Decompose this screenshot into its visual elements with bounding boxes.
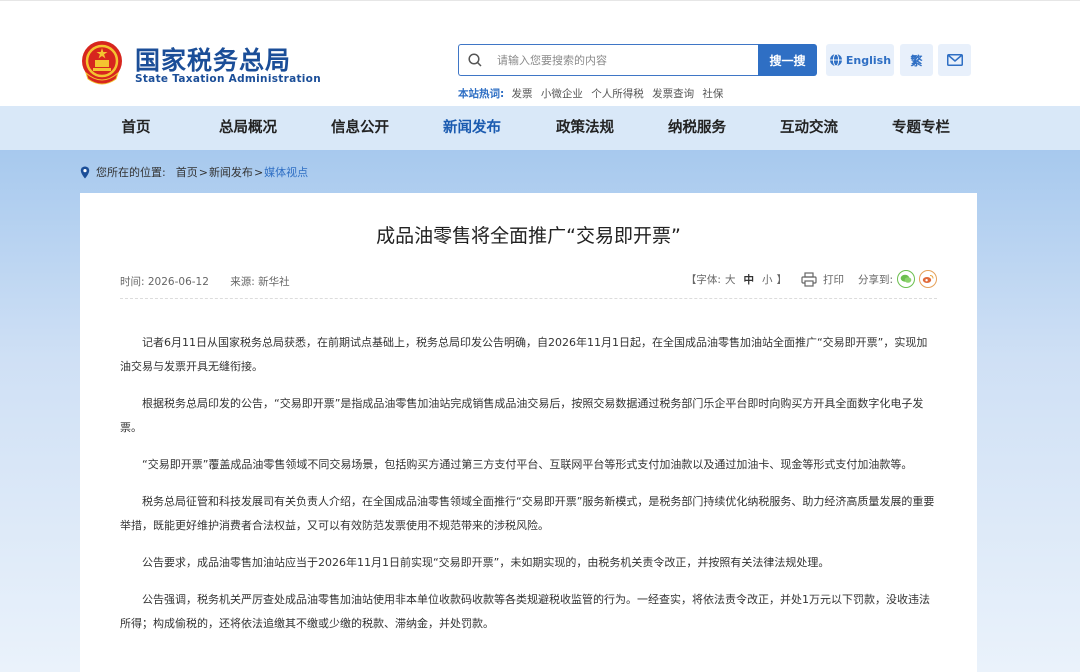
breadcrumb-label: 您所在的位置: [96, 166, 166, 179]
nav-interaction[interactable]: 互动交流 [759, 106, 859, 150]
print-link[interactable]: 打印 [823, 272, 844, 287]
font-size-large[interactable]: 大 [725, 272, 736, 287]
weibo-icon [922, 275, 934, 283]
globe-icon [829, 53, 842, 67]
hot-word-link[interactable]: 社保 [702, 88, 723, 100]
hot-word-link[interactable]: 发票 [512, 88, 533, 100]
wechat-share-button[interactable] [897, 270, 915, 288]
mail-icon [946, 54, 963, 66]
article-title: 成品油零售将全面推广“交易即开票” [376, 225, 681, 247]
breadcrumb: 您所在的位置: 首页 > 新闻发布 > 媒体视点 [80, 164, 308, 180]
nav-home[interactable]: 首页 [86, 106, 186, 150]
site-header: 国家税务总局 State Taxation Administration 搜一搜… [0, 0, 1080, 106]
nav-news[interactable]: 新闻发布 [422, 106, 522, 150]
search-input[interactable] [497, 53, 737, 67]
print-icon[interactable] [801, 271, 817, 287]
article-paragraph: 税务总局征管和科技发展司有关负责人介绍，在全国成品油零售领域全面推行“交易即开票… [120, 495, 935, 532]
breadcrumb-separator: > [198, 165, 208, 179]
weibo-share-button[interactable] [919, 270, 937, 288]
font-size-label: 【字体: [685, 273, 721, 286]
article-paragraph: “交易即开票”覆盖成品油零售领域不同交易场景，包括购买方通过第三方支付平台、互联… [142, 458, 913, 471]
article-paragraph: 根据税务总局印发的公告，“交易即开票”是指成品油零售加油站完成销售成品油交易后，… [120, 397, 924, 434]
location-pin-icon [80, 166, 90, 178]
article-meta: 时间: 2026-06-12 来源: 新华社 [120, 274, 308, 289]
national-emblem-icon [82, 41, 122, 85]
nav-special-topics[interactable]: 专题专栏 [871, 106, 971, 150]
article-tools: 【字体: 大 中 小 】 打印 分享到: [686, 270, 937, 288]
search-box [458, 44, 758, 76]
article-paragraph: 公告强调，税务机关严厉查处成品油零售加油站使用非本单位收款码收款等各类规避税收监… [120, 593, 930, 630]
hot-words-label: 本站热词: [458, 88, 505, 100]
site-subtitle: State Taxation Administration [135, 73, 321, 85]
hot-words: 本站热词: 发票 小微企业 个人所得税 发票查询 社保 [458, 86, 728, 101]
meta-divider [120, 298, 937, 299]
english-button[interactable]: English [826, 44, 894, 76]
nav-policy[interactable]: 政策法规 [535, 106, 635, 150]
nav-overview[interactable]: 总局概况 [198, 106, 298, 150]
font-size-small[interactable]: 小 [762, 272, 773, 287]
search-button[interactable]: 搜一搜 [758, 44, 817, 76]
article-paragraph: 记者6月11日从国家税务总局获悉，在前期试点基础上，税务总局印发公告明确，自20… [120, 336, 928, 373]
article-source: 来源: 新华社 [230, 276, 290, 288]
article-paragraph: 公告要求，成品油零售加油站应当于2026年11月1日前实现“交易即开票”，未如期… [142, 556, 830, 569]
breadcrumb-news[interactable]: 新闻发布 [209, 164, 253, 180]
wechat-icon [900, 274, 912, 283]
hot-word-link[interactable]: 发票查询 [652, 88, 694, 100]
site-title[interactable]: 国家税务总局 [135, 41, 291, 77]
main-nav: 首页 总局概况 信息公开 新闻发布 政策法规 纳税服务 互动交流 专题专栏 [0, 106, 1080, 150]
article-body: 记者6月11日从国家税务总局获悉，在前期试点基础上，税务总局印发公告明确，自20… [120, 331, 937, 649]
publish-time: 时间: 2026-06-12 [120, 276, 209, 288]
share-label: 分享到: [857, 273, 893, 286]
hot-word-link[interactable]: 小微企业 [541, 88, 583, 100]
nav-tax-service[interactable]: 纳税服务 [647, 106, 747, 150]
font-size-medium[interactable]: 中 [743, 272, 754, 287]
english-label: English [845, 53, 892, 67]
article-panel: 成品油零售将全面推广“交易即开票” 时间: 2026-06-12 来源: 新华社… [80, 193, 977, 672]
search-icon [468, 53, 482, 67]
traditional-chinese-button[interactable]: 繁 [900, 44, 933, 76]
breadcrumb-separator: > [253, 165, 264, 179]
breadcrumb-home[interactable]: 首页 [176, 164, 198, 180]
hot-word-link[interactable]: 个人所得税 [591, 88, 644, 100]
mail-button[interactable] [938, 44, 971, 76]
font-size-close: 】 [776, 273, 787, 286]
nav-info-disclosure[interactable]: 信息公开 [310, 106, 410, 150]
breadcrumb-current[interactable]: 媒体视点 [264, 164, 308, 180]
